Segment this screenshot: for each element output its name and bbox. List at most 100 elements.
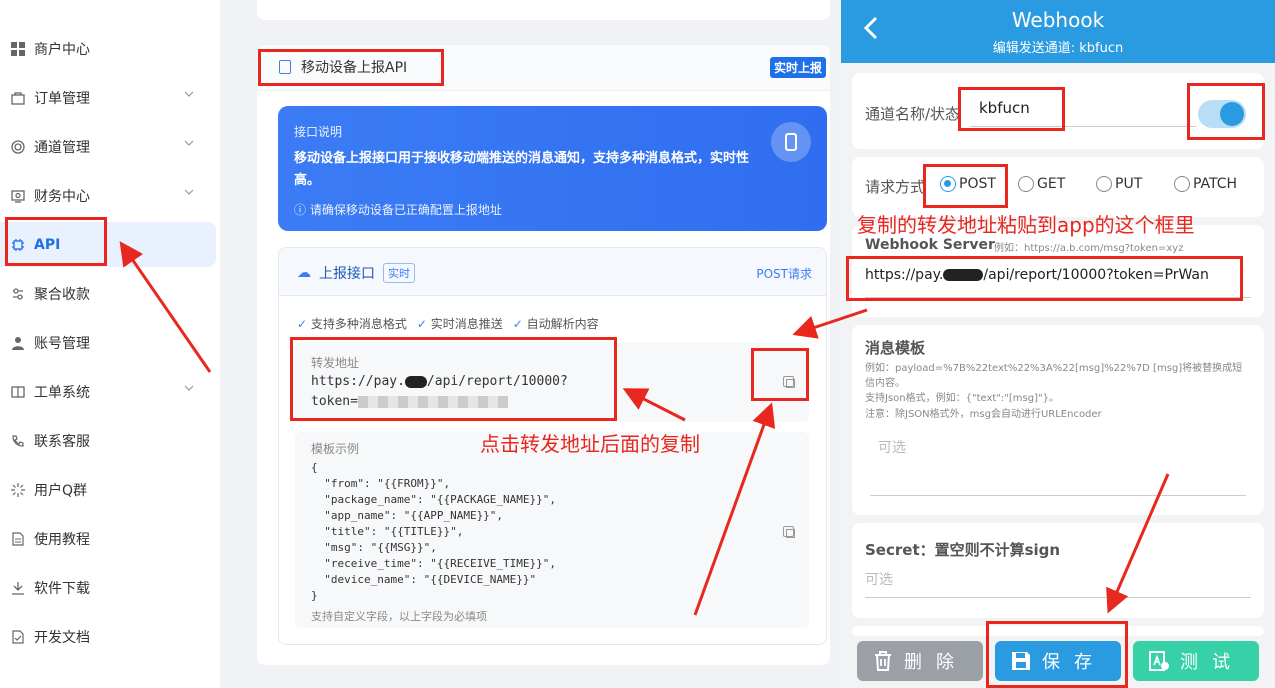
api-info-banner: 接口说明 移动设备上报接口用于接收移动端推送的消息通知，支持多种消息格式，实时性… — [278, 106, 827, 231]
sidebar: 商户中心 订单管理 通道管理 财务中心 API 聚合收款 账号管理 工单系统 联… — [0, 0, 220, 688]
radio-label: PUT — [1115, 176, 1143, 192]
template-example-box: 模板示例 { "from": "{{FROM}}", "package_name… — [295, 432, 809, 628]
report-title-text: 上报接口 — [319, 266, 375, 282]
sidebar-item-download[interactable]: 软件下载 — [0, 565, 216, 610]
message-template-input[interactable]: 可选 — [878, 437, 906, 457]
sidebar-item-label: 软件下载 — [34, 580, 90, 597]
sidebar-item-label: 用户Q群 — [34, 482, 88, 499]
sidebar-item-label: 联系客服 — [34, 433, 90, 450]
bag-icon — [10, 90, 26, 106]
feature-item: 自动解析内容 — [513, 315, 599, 332]
sidebar-item-tickets[interactable]: 工单系统 — [0, 369, 216, 414]
chevron-down-icon — [184, 385, 194, 391]
info-title: 接口说明 — [294, 125, 343, 139]
sidebar-item-label: 商户中心 — [34, 41, 90, 58]
sidebar-item-merchant-center[interactable]: 商户中心 — [0, 26, 216, 71]
chevron-down-icon — [184, 91, 194, 97]
template-footer: 支持自定义字段，以上字段为必填项 — [311, 610, 487, 623]
feature-item: 实时消息推送 — [417, 315, 503, 332]
sidebar-item-label: 聚合收款 — [34, 286, 90, 303]
sidebar-item-label: 开发文档 — [34, 629, 90, 646]
secret-label: Secret：置空则不计算sign — [865, 541, 1061, 559]
info-description: 移动设备上报接口用于接收移动端推送的消息通知，支持多种消息格式，实时性高。 — [294, 151, 750, 188]
annotation-paste-hint: 复制的转发地址粘贴到app的这个框里 — [857, 213, 1195, 237]
finance-icon — [10, 188, 26, 204]
delete-label: 删除 — [904, 652, 968, 673]
sidebar-item-dev-docs[interactable]: 开发文档 — [0, 614, 216, 659]
cloud-upload-icon: ☁ — [297, 265, 311, 281]
sidebar-item-finance[interactable]: 财务中心 — [0, 173, 216, 218]
phone-icon — [10, 433, 26, 449]
copy-icon[interactable] — [783, 526, 795, 538]
highlight-webhook-server — [846, 256, 1243, 301]
sidebar-item-label: 工单系统 — [34, 384, 90, 401]
sidebar-item-label: 通道管理 — [34, 139, 90, 156]
info-note: ⓘ 请确保移动设备已正确配置上报地址 — [294, 203, 502, 217]
highlight-section-title — [258, 49, 444, 86]
template-help-example: 例如：payload=%7B%22text%22%3A%22[msg]%22%7… — [865, 363, 1243, 389]
chevron-down-icon — [184, 189, 194, 195]
secret-card: Secret：置空则不计算sign 可选 — [852, 523, 1264, 618]
radio-label: PATCH — [1193, 176, 1238, 192]
feature-item: 支持多种消息格式 — [297, 315, 407, 332]
file-check-icon — [10, 629, 26, 645]
radio-label: GET — [1037, 176, 1066, 192]
sidebar-item-support[interactable]: 联系客服 — [0, 418, 216, 463]
sparkle-icon — [10, 482, 26, 498]
doc-icon — [10, 531, 26, 547]
sidebar-item-channels[interactable]: 通道管理 — [0, 124, 216, 169]
report-endpoint-header: ☁ 上报接口 实时 POST请求 — [279, 248, 826, 296]
request-method-label: 请求方式 — [865, 178, 926, 196]
sidebar-item-label: 订单管理 — [34, 90, 90, 107]
test-gear-icon — [1149, 651, 1169, 671]
input-underline — [870, 495, 1246, 496]
webhook-server-label: Webhook Server — [865, 237, 995, 253]
chevron-down-icon — [184, 140, 194, 146]
sidebar-item-label: 财务中心 — [34, 188, 90, 205]
message-template-card: 消息模板 例如：payload=%7B%22text%22%3A%22[msg]… — [852, 325, 1264, 515]
highlight-copy-icon — [751, 348, 809, 401]
annotation-copy-hint: 点击转发地址后面的复制 — [480, 432, 700, 456]
report-endpoint-title: ☁ 上报接口 实时 — [297, 263, 415, 283]
webhook-header: Webhook 编辑发送通道: kbfucn — [841, 0, 1275, 63]
highlight-post-radio — [923, 164, 1008, 208]
request-method-card: 请求方式 POST GET PUT PATCH — [852, 157, 1264, 217]
highlight-forward-address — [290, 337, 617, 421]
test-label: 测试 — [1180, 652, 1244, 673]
template-help-json: 支持Json格式，例如：{"text":"[msg]"}。 — [865, 393, 1059, 404]
sidebar-item-qq-group[interactable]: 用户Q群 — [0, 467, 216, 512]
radio-put[interactable]: PUT — [1096, 176, 1142, 192]
channel-name-label: 通道名称/状态 — [865, 105, 961, 123]
secret-input[interactable]: 可选 — [865, 569, 893, 589]
sidebar-item-orders[interactable]: 订单管理 — [0, 75, 216, 120]
realtime-tag: 实时 — [383, 263, 415, 283]
book-icon — [10, 384, 26, 400]
webhook-subtitle: 编辑发送通道: kbfucn — [992, 41, 1124, 56]
sidebar-item-accounts[interactable]: 账号管理 — [0, 320, 216, 365]
template-label: 模板示例 — [311, 442, 360, 456]
trash-icon — [875, 651, 891, 671]
sidebar-item-aggregate[interactable]: 聚合收款 — [0, 271, 216, 316]
template-code: { "from": "{{FROM}}", "package_name": "{… — [311, 461, 557, 602]
webhook-title: Webhook — [1011, 8, 1105, 32]
delete-button[interactable]: 删除 — [857, 641, 983, 681]
download-icon — [10, 580, 26, 596]
feature-list: 支持多种消息格式 实时消息推送 自动解析内容 — [297, 315, 599, 332]
template-help-note: 注意：除JSON格式外，msg会自动进行URLEncoder — [865, 409, 1102, 420]
channel-icon — [10, 139, 26, 155]
highlight-channel-name — [958, 87, 1065, 131]
webhook-server-example: 例如：https://a.b.com/msg?token=xyz — [994, 243, 1184, 254]
test-button[interactable]: 测试 — [1133, 641, 1259, 681]
grid-icon — [10, 41, 26, 57]
highlight-save-button — [986, 621, 1128, 688]
highlight-api-menu — [5, 217, 107, 266]
sidebar-item-label: 账号管理 — [34, 335, 90, 352]
previous-card — [257, 0, 830, 20]
mobile-phone-icon — [771, 122, 811, 162]
sidebar-item-tutorial[interactable]: 使用教程 — [0, 516, 216, 561]
radio-patch[interactable]: PATCH — [1174, 176, 1237, 192]
message-template-label: 消息模板 — [865, 339, 926, 357]
aggregate-icon — [10, 286, 26, 302]
radio-get[interactable]: GET — [1018, 176, 1065, 192]
highlight-status-toggle — [1187, 83, 1265, 140]
